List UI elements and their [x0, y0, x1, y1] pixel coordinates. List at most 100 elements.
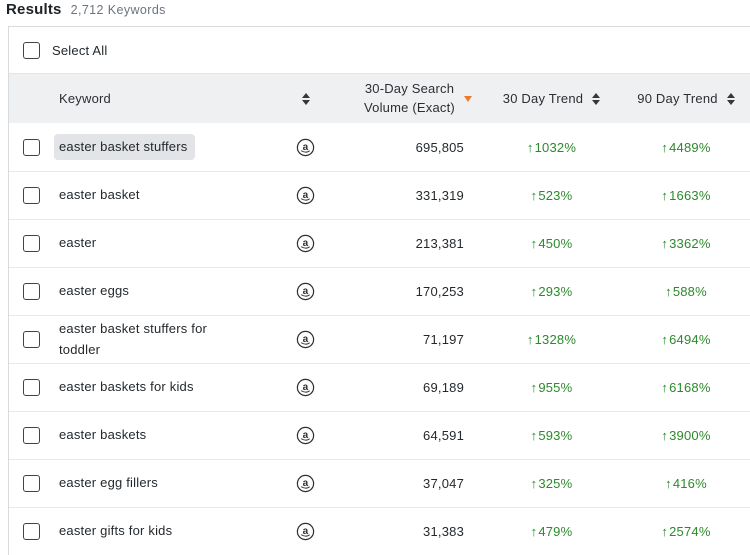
table-row: easter egg fillers a 37,047 ↑ 325% ↑ 416…: [9, 459, 750, 507]
amazon-icon[interactable]: a: [296, 474, 315, 493]
search-volume-value: 170,253: [324, 284, 484, 299]
trend-90-value: ↑ 1663%: [619, 188, 750, 203]
trend-up-icon: ↑: [661, 188, 668, 203]
sort-arrows-icon[interactable]: [302, 93, 310, 105]
trend30-header-label: 30 Day Trend: [503, 91, 583, 106]
trend-90-value: ↑ 6168%: [619, 380, 750, 395]
trend-up-icon: ↑: [531, 476, 538, 491]
trend-up-icon: ↑: [661, 236, 668, 251]
trend-90-value: ↑ 588%: [619, 284, 750, 299]
keyword-text[interactable]: easter egg fillers: [59, 473, 158, 493]
keyword-text[interactable]: easter: [59, 233, 96, 253]
trend-90-value: ↑ 3900%: [619, 428, 750, 443]
results-header: Results 2,712 Keywords: [6, 1, 166, 18]
row-checkbox[interactable]: [23, 331, 40, 348]
trend-30-value: ↑ 1328%: [484, 332, 619, 347]
row-checkbox[interactable]: [23, 283, 40, 300]
search-volume-value: 31,383: [324, 524, 484, 539]
sort-desc-icon[interactable]: [464, 96, 472, 102]
trend-up-icon: ↑: [661, 380, 668, 395]
keyword-text[interactable]: easter gifts for kids: [59, 521, 172, 541]
trend-90-value: ↑ 416%: [619, 476, 750, 491]
trend-up-icon: ↑: [661, 428, 668, 443]
trend-30-value: ↑ 479%: [484, 524, 619, 539]
trend-up-icon: ↑: [665, 476, 672, 491]
sort-arrows-icon[interactable]: [727, 93, 735, 105]
keyword-text[interactable]: easter baskets for kids: [59, 377, 194, 397]
row-checkbox[interactable]: [23, 379, 40, 396]
trend-30-value: ↑ 523%: [484, 188, 619, 203]
trend-up-icon: ↑: [531, 524, 538, 539]
keyword-text[interactable]: easter basket stuffers for toddler: [59, 319, 241, 359]
trend-90-value: ↑ 4489%: [619, 140, 750, 155]
select-all-checkbox[interactable]: [23, 42, 40, 59]
table-row: easter eggs a 170,253 ↑ 293% ↑ 588%: [9, 267, 750, 315]
trend-up-icon: ↑: [661, 524, 668, 539]
table-row: easter baskets for kids a 69,189 ↑ 955% …: [9, 363, 750, 411]
trend90-header-label: 90 Day Trend: [637, 91, 717, 106]
keyword-header-label: Keyword: [59, 91, 111, 106]
results-panel: Select All Keyword 30-Day Search Volume …: [8, 26, 750, 555]
search-volume-value: 695,805: [324, 140, 484, 155]
keyword-text[interactable]: easter eggs: [59, 281, 129, 301]
volume-column-header[interactable]: 30-Day Search Volume (Exact): [338, 74, 498, 123]
trend-up-icon: ↑: [661, 140, 668, 155]
search-volume-value: 64,591: [324, 428, 484, 443]
trend-up-icon: ↑: [527, 140, 534, 155]
volume-header-label: 30-Day Search Volume (Exact): [364, 80, 455, 117]
trend-30-value: ↑ 955%: [484, 380, 619, 395]
amazon-icon[interactable]: a: [296, 234, 315, 253]
trend-up-icon: ↑: [531, 284, 538, 299]
search-volume-value: 69,189: [324, 380, 484, 395]
row-checkbox[interactable]: [23, 139, 40, 156]
trend-up-icon: ↑: [531, 380, 538, 395]
trend-30-value: ↑ 450%: [484, 236, 619, 251]
select-all-label: Select All: [52, 43, 107, 58]
search-volume-value: 37,047: [324, 476, 484, 491]
amazon-icon[interactable]: a: [296, 138, 315, 157]
keyword-text[interactable]: easter baskets: [59, 425, 146, 445]
amazon-icon[interactable]: a: [296, 330, 315, 349]
keyword-count: 2,712 Keywords: [71, 3, 166, 17]
table-row: easter basket stuffers a 695,805 ↑ 1032%…: [9, 123, 750, 171]
keyword-column-header[interactable]: Keyword: [49, 74, 324, 123]
trend-up-icon: ↑: [661, 332, 668, 347]
page-title: Results: [6, 1, 62, 18]
keyword-text[interactable]: easter basket stuffers: [54, 134, 195, 160]
trend90-column-header[interactable]: 90 Day Trend: [619, 74, 750, 123]
row-checkbox[interactable]: [23, 427, 40, 444]
amazon-icon[interactable]: a: [296, 522, 315, 541]
row-checkbox[interactable]: [23, 187, 40, 204]
amazon-icon[interactable]: a: [296, 426, 315, 445]
select-all-bar: Select All: [9, 27, 750, 73]
table-header: Keyword 30-Day Search Volume (Exact) 30 …: [9, 73, 750, 123]
trend-up-icon: ↑: [531, 428, 538, 443]
search-volume-value: 213,381: [324, 236, 484, 251]
search-volume-value: 71,197: [324, 332, 484, 347]
trend-up-icon: ↑: [531, 236, 538, 251]
sort-arrows-icon[interactable]: [592, 93, 600, 105]
trend-up-icon: ↑: [665, 284, 672, 299]
amazon-icon[interactable]: a: [296, 282, 315, 301]
keyword-text[interactable]: easter basket: [59, 185, 140, 205]
trend-90-value: ↑ 2574%: [619, 524, 750, 539]
table-row: easter basket stuffers for toddler a 71,…: [9, 315, 750, 363]
amazon-icon[interactable]: a: [296, 186, 315, 205]
search-volume-value: 331,319: [324, 188, 484, 203]
table-row: easter a 213,381 ↑ 450% ↑ 3362%: [9, 219, 750, 267]
row-checkbox[interactable]: [23, 475, 40, 492]
amazon-icon[interactable]: a: [296, 378, 315, 397]
trend30-column-header[interactable]: 30 Day Trend: [484, 74, 619, 123]
trend-up-icon: ↑: [527, 332, 534, 347]
table-row: easter basket a 331,319 ↑ 523% ↑ 1663%: [9, 171, 750, 219]
trend-90-value: ↑ 3362%: [619, 236, 750, 251]
trend-30-value: ↑ 1032%: [484, 140, 619, 155]
trend-90-value: ↑ 6494%: [619, 332, 750, 347]
trend-30-value: ↑ 593%: [484, 428, 619, 443]
trend-30-value: ↑ 293%: [484, 284, 619, 299]
row-checkbox[interactable]: [23, 235, 40, 252]
trend-up-icon: ↑: [531, 188, 538, 203]
row-checkbox[interactable]: [23, 523, 40, 540]
trend-30-value: ↑ 325%: [484, 476, 619, 491]
table-body: easter basket stuffers a 695,805 ↑ 1032%…: [9, 123, 750, 555]
